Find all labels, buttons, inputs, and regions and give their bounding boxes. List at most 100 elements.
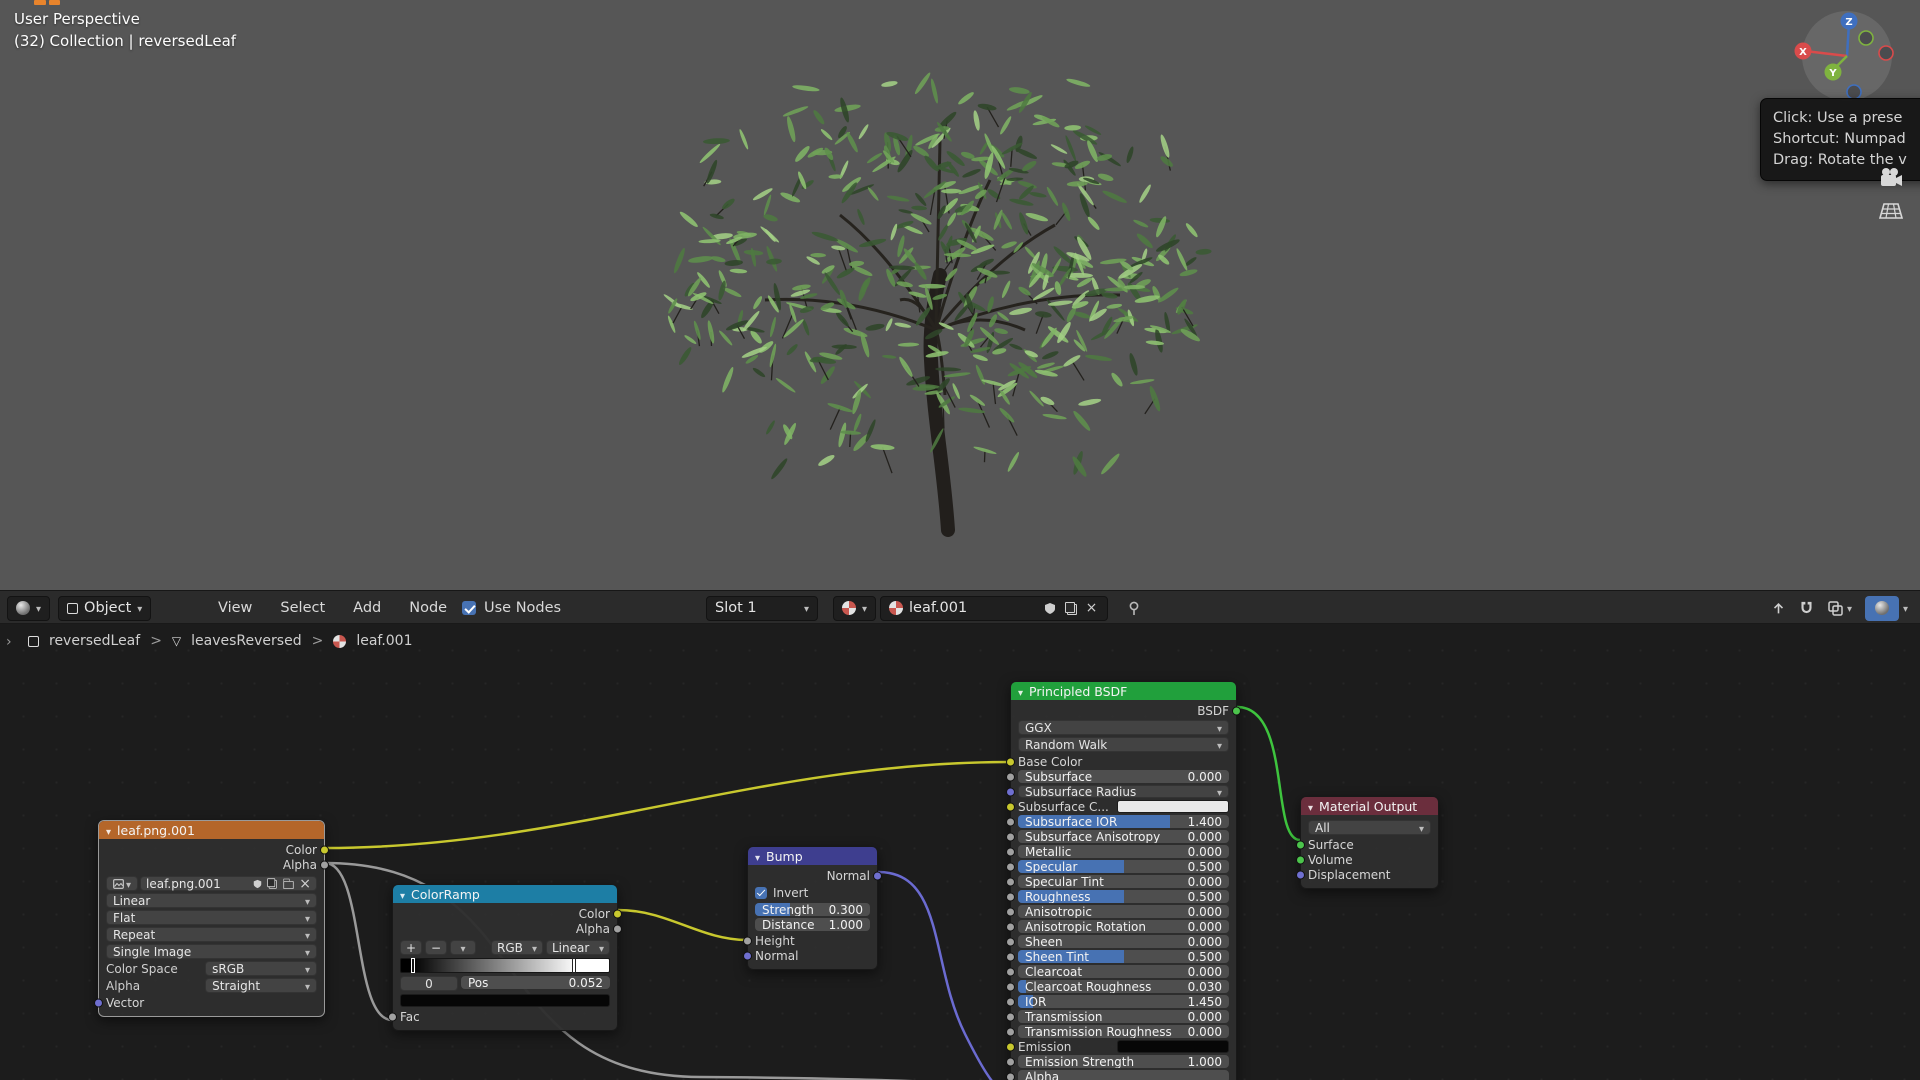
- browse-material-button[interactable]: [833, 595, 877, 621]
- input-socket[interactable]: [1006, 832, 1015, 841]
- overlays-dropdown[interactable]: [1827, 600, 1852, 617]
- extension-dropdown[interactable]: Repeat: [106, 927, 317, 942]
- principled-param-row[interactable]: Clearcoat Roughness 0.030: [1006, 980, 1229, 993]
- principled-param-row[interactable]: Transmission Roughness 0.000: [1006, 1025, 1229, 1038]
- param-slider[interactable]: Clearcoat 0.000: [1018, 965, 1229, 978]
- principled-param-row[interactable]: Alpha: [1006, 1070, 1229, 1080]
- collapse-node-icon[interactable]: [106, 823, 111, 838]
- input-surface-socket[interactable]: [1296, 840, 1305, 850]
- principled-param-row[interactable]: Specular Tint 0.000: [1006, 875, 1229, 888]
- input-socket[interactable]: [1006, 892, 1015, 901]
- input-socket[interactable]: [1006, 1027, 1015, 1036]
- collapse-node-icon[interactable]: [755, 849, 760, 864]
- param-dropdown[interactable]: Subsurface Radius: [1018, 785, 1229, 799]
- principled-param-row[interactable]: Anisotropic 0.000: [1006, 905, 1229, 918]
- browse-image-button[interactable]: [106, 876, 138, 891]
- input-socket[interactable]: [1006, 907, 1015, 916]
- param-slider[interactable]: Anisotropic Rotation 0.000: [1018, 920, 1229, 933]
- source-dropdown[interactable]: Single Image: [106, 944, 317, 959]
- copy-image-icon[interactable]: [267, 878, 278, 889]
- input-socket[interactable]: [1006, 802, 1015, 811]
- material-slot-dropdown[interactable]: Slot 1: [706, 595, 818, 621]
- snap-magnet-icon[interactable]: [1799, 601, 1814, 616]
- invert-checkbox[interactable]: [755, 887, 767, 899]
- param-slider[interactable]: Alpha: [1018, 1070, 1229, 1080]
- breadcrumb-object[interactable]: reversedLeaf: [49, 633, 140, 649]
- input-socket[interactable]: [1006, 937, 1015, 946]
- camera-view-icon[interactable]: [1878, 165, 1904, 191]
- remove-stop-button[interactable]: −: [425, 940, 447, 955]
- projection-dropdown[interactable]: Flat: [106, 910, 317, 925]
- ramp-stop[interactable]: [571, 958, 576, 973]
- principled-param-row[interactable]: Subsurface Radius: [1006, 785, 1229, 799]
- collapse-node-icon[interactable]: [1018, 684, 1023, 699]
- param-slider[interactable]: Emission Strength 1.000: [1018, 1055, 1229, 1068]
- output-bsdf-socket[interactable]: [1232, 706, 1241, 716]
- fake-user-shield-icon[interactable]: [1042, 601, 1057, 616]
- principled-param-row[interactable]: Metallic 0.000: [1006, 845, 1229, 858]
- node-image-texture[interactable]: leaf.png.001 Color Alpha leaf.png.001: [94, 820, 329, 1017]
- chevron-down-icon[interactable]: [1903, 600, 1908, 616]
- shading-preview-toggle[interactable]: [1864, 595, 1899, 621]
- principled-param-row[interactable]: IOR 1.450: [1006, 995, 1229, 1008]
- new-material-copy-icon[interactable]: [1063, 601, 1078, 616]
- alpha-mode-dropdown[interactable]: Straight: [205, 978, 317, 993]
- principled-param-row[interactable]: Clearcoat 0.000: [1006, 965, 1229, 978]
- input-height-socket[interactable]: [743, 936, 752, 946]
- param-slider[interactable]: Specular Tint 0.000: [1018, 875, 1229, 888]
- colorramp-gradient[interactable]: [400, 958, 610, 973]
- input-socket[interactable]: [1006, 847, 1015, 856]
- breadcrumb-caret-icon[interactable]: ›: [6, 634, 12, 650]
- fake-user-shield-icon[interactable]: [253, 879, 262, 889]
- principled-param-row[interactable]: Base Color: [1006, 755, 1229, 769]
- output-color-socket[interactable]: [320, 845, 329, 855]
- output-target-dropdown[interactable]: All: [1308, 820, 1431, 835]
- input-socket[interactable]: [1006, 952, 1015, 961]
- principled-param-row[interactable]: Subsurface C...: [1006, 800, 1229, 814]
- ramp-stop-selected[interactable]: [411, 958, 416, 973]
- breadcrumb-material[interactable]: leaf.001: [356, 633, 412, 649]
- principled-param-row[interactable]: Specular 0.500: [1006, 860, 1229, 873]
- param-slider[interactable]: IOR 1.450: [1018, 995, 1229, 1008]
- input-socket[interactable]: [1006, 1072, 1015, 1080]
- subsurface-method-dropdown[interactable]: Random Walk: [1018, 737, 1229, 752]
- node-material-output[interactable]: Material Output All Surface Volume Displ…: [1296, 796, 1439, 889]
- image-name-field[interactable]: leaf.png.001: [140, 876, 317, 891]
- input-socket[interactable]: [1006, 922, 1015, 931]
- editor-type-button[interactable]: [7, 595, 51, 621]
- principled-param-row[interactable]: Emission: [1006, 1040, 1229, 1054]
- gizmo-z-label[interactable]: Z: [1845, 17, 1852, 28]
- input-socket[interactable]: [1006, 1012, 1015, 1021]
- stop-position-slider[interactable]: Pos 0.052: [461, 976, 610, 989]
- input-socket[interactable]: [1006, 997, 1015, 1006]
- principled-param-row[interactable]: Emission Strength 1.000: [1006, 1055, 1229, 1068]
- interpolation-dropdown[interactable]: Linear: [106, 893, 317, 908]
- distance-slider[interactable]: Distance 1.000: [755, 918, 870, 931]
- param-slider[interactable]: Subsurface 0.000: [1018, 770, 1229, 783]
- viewport-3d[interactable]: User Perspective (32) Collection | rever…: [0, 0, 1920, 590]
- pin-icon[interactable]: [1126, 601, 1141, 616]
- param-slider[interactable]: Roughness 0.500: [1018, 890, 1229, 903]
- node-bump[interactable]: Bump Normal Invert Strength 0.300 Distan…: [743, 846, 882, 970]
- collapse-node-icon[interactable]: [400, 887, 405, 902]
- input-socket[interactable]: [1006, 967, 1015, 976]
- principled-param-row[interactable]: Sheen Tint 0.500: [1006, 950, 1229, 963]
- gizmo-x-label[interactable]: X: [1799, 47, 1807, 58]
- param-slider[interactable]: Subsurface IOR 1.400: [1018, 815, 1229, 828]
- color-mode-dropdown[interactable]: RGB: [491, 940, 543, 955]
- collapse-node-icon[interactable]: [1308, 799, 1313, 814]
- menu-add[interactable]: Add: [347, 600, 387, 616]
- breadcrumb-mesh[interactable]: leavesReversed: [191, 633, 301, 649]
- param-slider[interactable]: Sheen Tint 0.500: [1018, 950, 1229, 963]
- input-fac-socket[interactable]: [388, 1012, 397, 1022]
- menu-view[interactable]: View: [212, 600, 258, 616]
- param-slider[interactable]: Transmission Roughness 0.000: [1018, 1025, 1229, 1038]
- navigation-gizmo[interactable]: Z X Y: [1790, 8, 1910, 108]
- principled-param-row[interactable]: Transmission 0.000: [1006, 1010, 1229, 1023]
- param-slider[interactable]: Anisotropic 0.000: [1018, 905, 1229, 918]
- param-slider[interactable]: Metallic 0.000: [1018, 845, 1229, 858]
- input-socket[interactable]: [1006, 817, 1015, 826]
- param-slider[interactable]: Clearcoat Roughness 0.030: [1018, 980, 1229, 993]
- unlink-material-icon[interactable]: [1084, 601, 1099, 616]
- input-vector-socket[interactable]: [94, 998, 103, 1008]
